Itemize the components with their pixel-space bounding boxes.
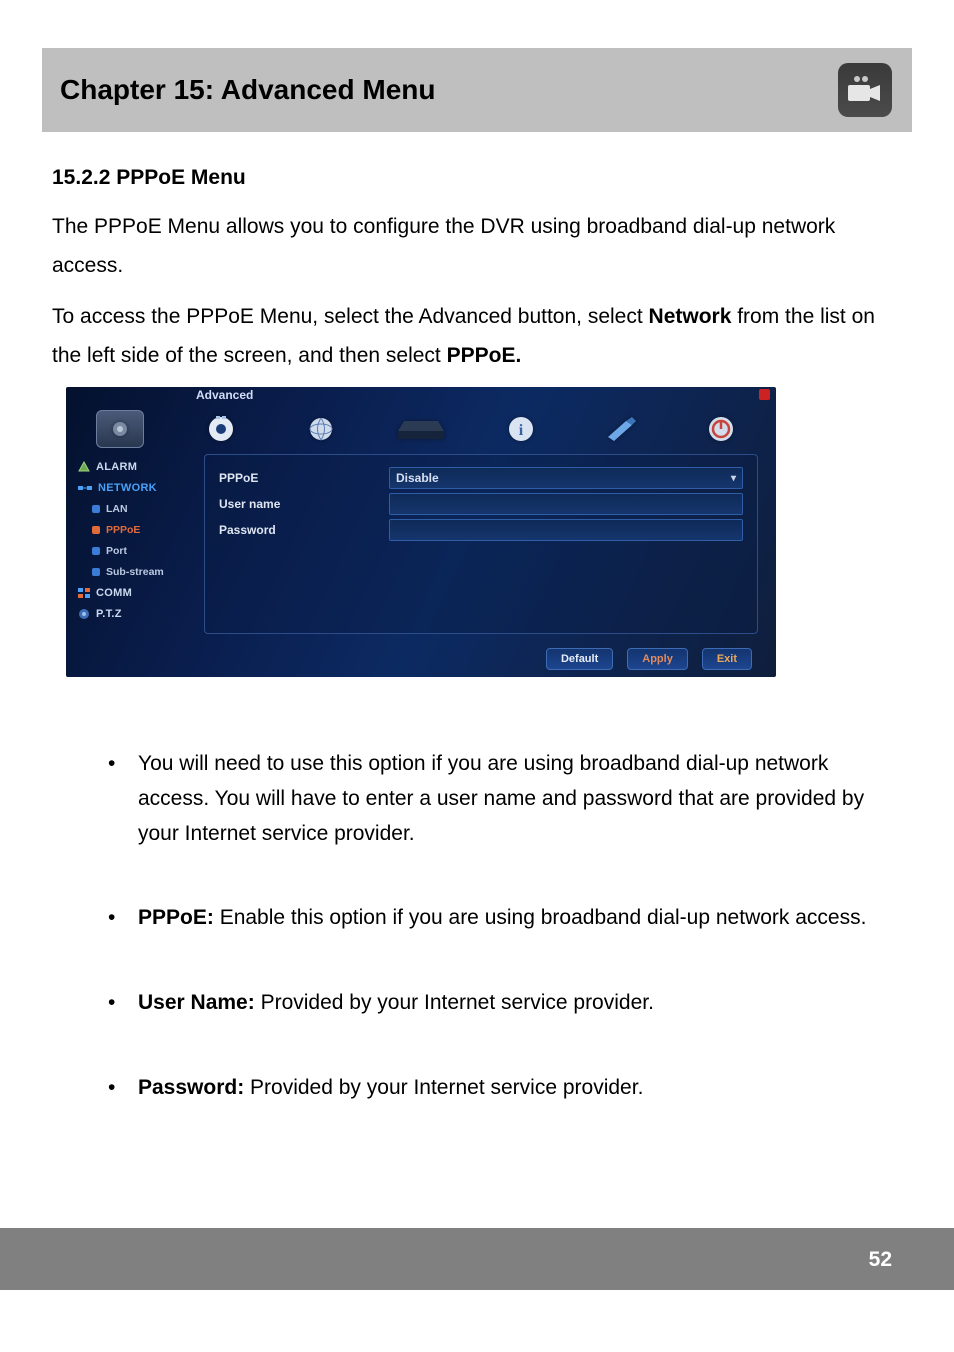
dvr-top-icon-row: i [66, 404, 776, 454]
dvr-window-title: Advanced [66, 387, 776, 404]
intro-paragraph: The PPPoE Menu allows you to configure t… [52, 208, 902, 286]
chapter-header: Chapter 15: Advanced Menu [42, 48, 912, 132]
sidebar-label: Port [106, 545, 127, 557]
sidebar-label: COMM [96, 587, 132, 599]
pppoe-dropdown[interactable]: Disable ▾ [389, 467, 743, 489]
globe-icon[interactable] [298, 411, 344, 447]
chapter-title: Chapter 15: Advanced Menu [60, 74, 435, 106]
dvr-sidebar: ALARM NETWORK LAN PPPoE Port Sub-stream … [66, 454, 204, 634]
settings-gear-icon[interactable] [96, 410, 144, 448]
close-icon[interactable] [759, 389, 770, 400]
sidebar-label: PPPoE [106, 524, 140, 536]
bullet-icon [92, 547, 100, 555]
password-input[interactable] [389, 519, 743, 541]
text: Provided by your Internet service provid… [255, 991, 654, 1014]
sidebar-item-substream[interactable]: Sub-stream [76, 561, 204, 582]
ptz-icon [78, 608, 90, 620]
sidebar-label: ALARM [96, 461, 137, 473]
sidebar-item-network[interactable]: NETWORK [76, 477, 204, 498]
footer-band: 52 [0, 1228, 954, 1290]
default-button[interactable]: Default [546, 648, 613, 670]
sidebar-item-port[interactable]: Port [76, 540, 204, 561]
pppoe-field-label: PPPoE [219, 471, 389, 485]
alarm-icon [78, 461, 90, 473]
bullet-label: Password: [138, 1076, 244, 1099]
section-heading: 15.2.2 PPPoE Menu [52, 166, 902, 190]
power-icon[interactable] [698, 411, 744, 447]
record-icon[interactable] [198, 411, 244, 447]
bullet-icon [92, 568, 100, 576]
username-input[interactable] [389, 493, 743, 515]
list-item: Password: Provided by your Internet serv… [108, 1071, 902, 1106]
sidebar-item-ptz[interactable]: P.T.Z [76, 603, 204, 624]
dvr-screenshot: Advanced i [66, 387, 776, 677]
bullet-icon [92, 505, 100, 513]
svg-text:i: i [519, 422, 524, 439]
pppoe-bold: PPPoE. [447, 344, 522, 367]
list-item: User Name: Provided by your Internet ser… [108, 986, 902, 1021]
exit-button[interactable]: Exit [702, 648, 752, 670]
sidebar-item-pppoe[interactable]: PPPoE [76, 519, 204, 540]
bullet-label: User Name: [138, 991, 255, 1014]
password-field-label: Password [219, 523, 389, 537]
list-item: PPPoE: Enable this option if you are usi… [108, 901, 902, 936]
bullet-icon [92, 526, 100, 534]
sidebar-label: Sub-stream [106, 566, 164, 578]
list-item: You will need to use this option if you … [108, 747, 902, 851]
sidebar-item-comm[interactable]: COMM [76, 582, 204, 603]
info-icon[interactable]: i [498, 411, 544, 447]
content-area: 15.2.2 PPPoE Menu The PPPoE Menu allows … [42, 132, 912, 1105]
network-bold: Network [649, 305, 732, 328]
hdd-icon[interactable] [398, 411, 444, 447]
chevron-down-icon: ▾ [731, 473, 736, 484]
camera-icon [838, 63, 892, 117]
bullet-label: PPPoE: [138, 906, 214, 929]
bullet-list: You will need to use this option if you … [108, 747, 902, 1105]
sidebar-item-lan[interactable]: LAN [76, 498, 204, 519]
text: Enable this option if you are using broa… [214, 906, 867, 929]
apply-button[interactable]: Apply [627, 648, 688, 670]
network-icon [78, 483, 92, 493]
dvr-form-panel: PPPoE Disable ▾ User name Password [204, 454, 758, 634]
access-paragraph: To access the PPPoE Menu, select the Adv… [52, 298, 902, 376]
page-number: 52 [869, 1248, 892, 1272]
dvr-footer-buttons: Default Apply Exit [546, 648, 752, 670]
text: Provided by your Internet service provid… [244, 1076, 643, 1099]
tools-icon[interactable] [598, 411, 644, 447]
text: You will need to use this option if you … [138, 752, 864, 844]
sidebar-label: NETWORK [98, 482, 157, 494]
sidebar-label: LAN [106, 503, 128, 515]
username-field-label: User name [219, 497, 389, 511]
sidebar-item-alarm[interactable]: ALARM [76, 456, 204, 477]
sidebar-label: P.T.Z [96, 608, 122, 620]
text: To access the PPPoE Menu, select the Adv… [52, 305, 649, 328]
comm-icon [78, 588, 90, 598]
pppoe-dropdown-value: Disable [396, 471, 439, 485]
